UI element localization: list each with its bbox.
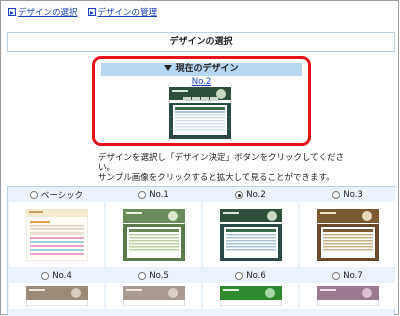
design-thumbnail-no6[interactable] (219, 286, 282, 306)
design-radio-no2[interactable]: No.2 (203, 188, 298, 202)
design-option-no7: No.7 (300, 269, 395, 309)
design-radio-basic[interactable]: ベーシック (9, 188, 104, 202)
current-design-link[interactable]: No.2 (95, 77, 308, 87)
design-label: No.1 (149, 190, 169, 200)
radio-button[interactable] (332, 191, 341, 199)
current-design-heading-label: 現在のデザイン (175, 64, 239, 74)
design-radio-no3[interactable]: No.3 (300, 188, 395, 202)
instructions-text: デザインを選択し「デザイン決定」ボタンをクリックしてください。 サンプル画像をク… (98, 153, 358, 183)
radio-button[interactable] (138, 272, 147, 280)
design-option-no1: No.1 (106, 188, 201, 267)
radio-button[interactable] (29, 191, 38, 199)
design-thumbnail-basic[interactable] (25, 208, 88, 261)
current-design-panel: 現在のデザイン No.2 (92, 56, 311, 146)
triangle-down-icon (164, 65, 173, 71)
design-option-no4: No.4 (9, 269, 104, 309)
nav-link-label: デザインの管理 (97, 8, 158, 18)
top-navigation: デザインの選択 デザインの管理 (8, 6, 157, 18)
current-design-thumbnail[interactable] (169, 87, 231, 139)
design-option-no3: No.3 (300, 188, 395, 267)
design-label: No.6 (246, 271, 266, 281)
radio-button[interactable] (138, 191, 147, 199)
radio-button[interactable] (41, 272, 50, 280)
design-grid: ベーシック No.1 No.2 No.3 No.4 No.5 No.6 No.7 (7, 186, 395, 316)
thumbnail-frame (9, 202, 104, 267)
thumbnail-frame (300, 283, 395, 309)
design-radio-no4[interactable]: No.4 (9, 269, 104, 283)
design-radio-no5[interactable]: No.5 (106, 269, 201, 283)
arrow-box-icon (8, 8, 16, 16)
design-thumbnail-no7[interactable] (316, 286, 379, 306)
nav-link-label: デザインの選択 (18, 8, 78, 18)
radio-button[interactable] (235, 272, 244, 280)
thumbnail-frame (9, 283, 104, 309)
design-label: No.2 (246, 190, 266, 200)
design-label: No.7 (343, 271, 363, 281)
thumbnail-frame (203, 283, 298, 309)
thumbnail-frame (106, 202, 201, 267)
page-title: デザインの選択 (7, 32, 395, 52)
design-label: No.5 (149, 271, 169, 281)
nav-link-manage-design[interactable]: デザインの管理 (87, 6, 158, 18)
design-thumbnail-no5[interactable] (122, 286, 185, 306)
design-thumbnail-no2[interactable] (219, 208, 282, 261)
design-label: No.3 (343, 190, 363, 200)
nav-link-select-design[interactable]: デザインの選択 (8, 6, 78, 18)
design-thumbnail-no4[interactable] (25, 286, 88, 306)
design-label: No.4 (52, 271, 72, 281)
design-option-basic: ベーシック (9, 188, 104, 267)
page-frame: デザインの選択 デザインの管理 デザインの選択 現在のデザイン No.2 デザイ… (0, 0, 399, 316)
thumbnail-frame (203, 202, 298, 267)
design-thumbnail-no1[interactable] (122, 208, 185, 261)
thumbnail-frame (300, 202, 395, 267)
design-option-no5: No.5 (106, 269, 201, 309)
radio-button[interactable] (332, 272, 341, 280)
design-label: ベーシック (40, 191, 84, 201)
design-option-no6: No.6 (203, 269, 298, 309)
design-option-no2: No.2 (203, 188, 298, 267)
current-design-heading: 現在のデザイン (101, 63, 302, 76)
instructions-line-2: サンプル画像をクリックすると拡大して見ることができます。 (98, 173, 335, 183)
thumbnail-frame (106, 283, 201, 309)
instructions-line-1: デザインを選択し「デザイン決定」ボタンをクリックしてください。 (98, 153, 344, 173)
design-radio-no6[interactable]: No.6 (203, 269, 298, 283)
radio-button-selected[interactable] (235, 191, 244, 199)
design-radio-no7[interactable]: No.7 (300, 269, 395, 283)
design-thumbnail-no3[interactable] (316, 208, 379, 261)
design-radio-no1[interactable]: No.1 (106, 188, 201, 202)
arrow-box-icon (87, 8, 96, 16)
